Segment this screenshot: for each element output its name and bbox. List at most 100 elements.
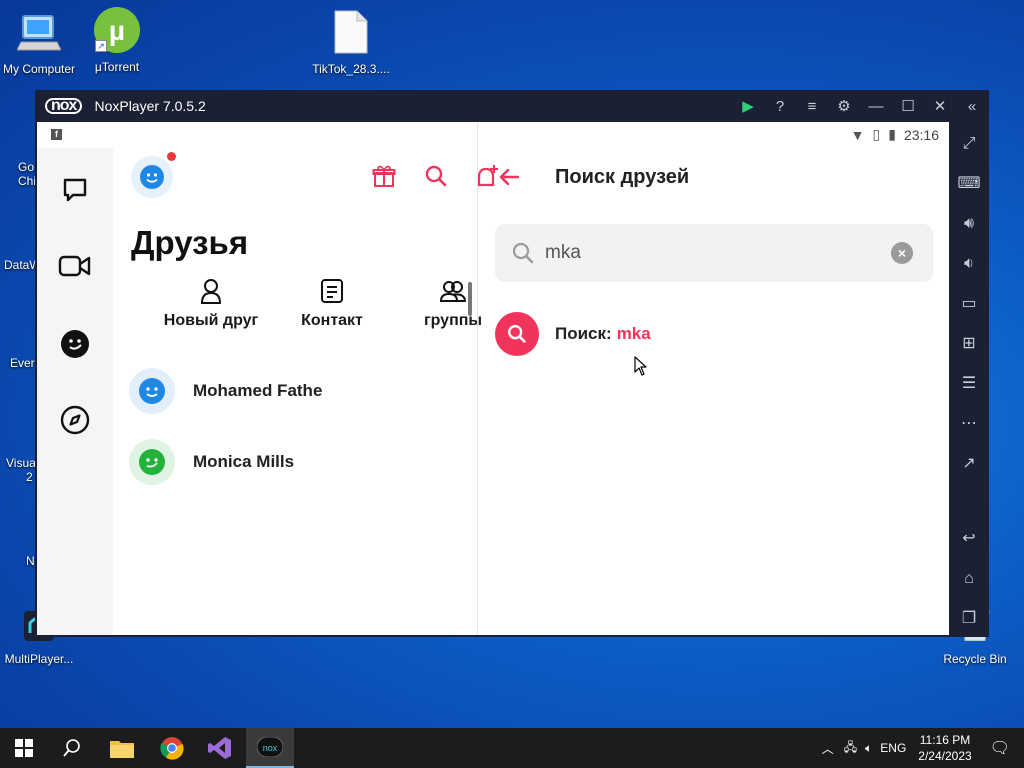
search-icon (511, 241, 535, 270)
new-friend-label: Новый друг (163, 312, 259, 329)
contact-list-icon (317, 276, 347, 306)
keyboard-icon[interactable]: ⌨ (957, 172, 981, 196)
utorrent-icon: µ ↗ (93, 6, 141, 54)
show-hidden-icons-icon[interactable]: ︿ (822, 740, 834, 757)
search-result-prefix: Поиск: (555, 324, 612, 343)
desktop-icon-label: Recycle Bin (943, 652, 1007, 666)
window-titlebar[interactable]: nox NoxPlayer 7.0.5.2 ▶ ? ≡ ⚙ — ☐ ✕ « (35, 90, 989, 122)
chrome-icon[interactable] (148, 728, 196, 768)
search-icon[interactable] (48, 728, 96, 768)
nav-rail (37, 148, 113, 635)
page-title: Друзья (131, 224, 249, 261)
friend-row[interactable]: Mohamed Fathe (129, 364, 469, 418)
collapse-sidebar-icon[interactable]: « (963, 98, 981, 115)
menu-icon[interactable]: ≡ (803, 98, 821, 115)
clock-date: 2/24/2023 (918, 749, 972, 763)
play-store-icon[interactable]: ▶ (739, 97, 757, 115)
taskbar: nox ︿ 🖧︎ 🔈︎ ENG 11:16 PM 2/24/2023 🗨︎ (0, 728, 1024, 768)
nox-logo: nox (45, 98, 83, 114)
desktop-icon-label: TikTok_28.3.... (312, 62, 390, 76)
friend-avatar (129, 368, 175, 414)
search-input[interactable] (545, 240, 875, 266)
clock[interactable]: 11:16 PM 2/24/2023 (918, 732, 971, 764)
network-icon[interactable]: 🖧︎ (844, 738, 857, 759)
volume-up-icon[interactable]: 🔊︎ (957, 212, 981, 236)
contacts-label: Контакт (301, 312, 363, 329)
external-link-icon[interactable]: ↗ (957, 452, 981, 476)
friend-avatar (129, 439, 175, 485)
search-friends-panel: Поиск друзей × Поиск: mka (478, 148, 949, 635)
maximize-icon[interactable]: ☐ (899, 97, 917, 115)
settings-gear-icon[interactable]: ⚙ (835, 97, 853, 115)
minimize-icon[interactable]: — (867, 98, 885, 115)
desktop-icon-fragment[interactable]: Visua (6, 456, 36, 470)
status-time: 23:16 (903, 126, 939, 143)
search-title: Поиск друзей (555, 166, 690, 188)
visual-studio-icon[interactable] (196, 728, 244, 768)
language-indicator[interactable]: ENG (880, 741, 906, 755)
svg-text:nox: nox (263, 743, 278, 753)
home-icon[interactable]: ⌂ (957, 567, 981, 591)
recent-apps-icon[interactable]: ❐ (957, 607, 981, 631)
noxplayer-window: nox NoxPlayer 7.0.5.2 ▶ ? ≡ ⚙ — ☐ ✕ « ⤢ … (35, 90, 989, 637)
volume-down-icon[interactable]: 🔉︎ (957, 252, 981, 276)
close-icon[interactable]: ✕ (931, 97, 949, 115)
search-box[interactable]: × (495, 224, 933, 282)
android-status-bar: f ▼ ▯ ▮ 23:16 (37, 122, 949, 148)
chats-icon[interactable] (57, 172, 93, 208)
svg-text:µ: µ (109, 15, 125, 46)
search-icon[interactable] (422, 162, 450, 190)
notification-dot (167, 152, 176, 161)
noxplayer-taskbar-button[interactable]: nox (246, 728, 294, 768)
titlebar-controls: ▶ ? ≡ ⚙ — ☐ ✕ « (739, 90, 981, 122)
back-arrow-icon[interactable] (494, 162, 524, 192)
desktop-icon-utorrent[interactable]: µ ↗ μTorrent (72, 6, 162, 74)
friend-row[interactable]: Monica Mills (129, 435, 469, 489)
window-title: NoxPlayer 7.0.5.2 (94, 98, 206, 114)
file-icon (327, 8, 375, 56)
scrollbar-thumb[interactable] (468, 282, 472, 316)
help-icon[interactable]: ? (771, 98, 789, 115)
my-avatar[interactable] (131, 156, 173, 198)
people-smile-icon[interactable] (57, 326, 93, 362)
desktop-icon-fragment[interactable]: N (26, 554, 35, 568)
desktop-icon-tiktok-file[interactable]: TikTok_28.3.... (306, 8, 396, 76)
volume-icon[interactable]: 🔈︎ (865, 741, 872, 756)
new-friend-button[interactable]: Новый друг (156, 276, 266, 330)
discover-compass-icon[interactable] (57, 402, 93, 438)
multi-instance-icon[interactable]: ☰ (957, 372, 981, 396)
nox-toolbar: ⤢ ⌨ 🔊︎ 🔉︎ ▭ ⊞ ☰ ⋯ ↗ ↩ ⌂ ❐ (949, 122, 989, 637)
desktop-icon-label: My Computer (2, 62, 76, 76)
screen-icon[interactable]: ▭ (957, 292, 981, 316)
search-result-icon (495, 312, 539, 356)
facebook-notification-icon: f (51, 129, 62, 140)
wifi-icon: ▼ (850, 126, 865, 143)
desktop-icon-fragment[interactable]: Chi (18, 174, 36, 188)
fullscreen-icon[interactable]: ⤢ (957, 132, 981, 156)
status-icons: ▼ ▯ ▮ 23:16 (851, 126, 939, 143)
no-sim-icon: ▯ (872, 126, 881, 142)
desktop-icon-fragment[interactable]: 2 (26, 470, 33, 484)
clear-search-icon[interactable]: × (891, 242, 913, 264)
shortcut-arrow-icon: ↗ (95, 40, 107, 52)
calls-video-icon[interactable] (57, 248, 93, 284)
desktop-icon-label: μTorrent (94, 60, 140, 74)
back-icon[interactable]: ↩ (957, 527, 981, 551)
search-result-query: mka (616, 324, 651, 343)
battery-icon: ▮ (888, 126, 896, 142)
apk-install-icon[interactable]: ⊞ (957, 332, 981, 356)
search-result-row[interactable]: Поиск: mka (495, 312, 651, 356)
desktop-icon-fragment[interactable]: Ever (10, 356, 35, 370)
person-icon (196, 276, 226, 306)
gift-icon[interactable] (370, 162, 398, 190)
file-explorer-icon[interactable] (98, 728, 146, 768)
desktop-icon-fragment[interactable]: Go (18, 160, 34, 174)
contacts-button[interactable]: Контакт (277, 276, 387, 330)
mouse-cursor-icon (634, 356, 648, 381)
notifications-icon[interactable]: 🗨︎ (990, 738, 1010, 758)
clock-time: 11:16 PM (919, 733, 971, 747)
start-button[interactable] (0, 728, 48, 768)
system-tray: ︿ 🖧︎ 🔈︎ ENG 11:16 PM 2/24/2023 🗨︎ (822, 728, 1024, 768)
more-icon[interactable]: ⋯ (957, 412, 981, 436)
friend-name: Monica Mills (193, 452, 295, 471)
